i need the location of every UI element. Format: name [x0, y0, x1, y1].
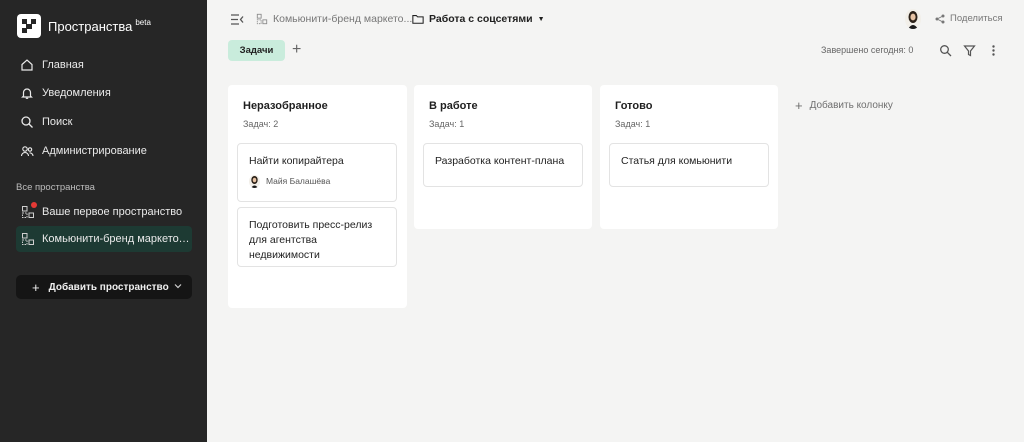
task-card[interactable]: Разработка контент-плана	[423, 143, 583, 187]
task-card[interactable]: Найти копирайтера Майя Балашёва	[237, 143, 397, 202]
add-column-button[interactable]: + Добавить колонку	[795, 98, 893, 113]
board-column-in-progress: В работе Задач: 1 Разработка контент-пла…	[414, 85, 592, 229]
folder-icon	[412, 15, 424, 24]
assignee-avatar	[249, 175, 260, 188]
space-item-community[interactable]: Комьюнити-бренд маркетолог...	[16, 226, 192, 252]
column-title[interactable]: В работе	[429, 100, 478, 112]
app-name-text: Пространства	[48, 19, 133, 34]
breadcrumb-project[interactable]: Работа с соцсетями ▼	[412, 13, 545, 25]
share-icon	[935, 14, 945, 23]
assignee-name: Майя Балашёва	[266, 176, 331, 186]
column-task-count: Задач: 1	[429, 119, 465, 129]
plus-icon: +	[795, 98, 803, 113]
board-column-unsorted: Неразобранное Задач: 2 Найти копирайтера…	[228, 85, 407, 308]
filter-icon[interactable]	[963, 44, 976, 57]
sidebar: Пространства beta Главная Уведомления Пои…	[0, 0, 207, 442]
task-title: Найти копирайтера	[249, 155, 344, 167]
search-icon[interactable]	[939, 44, 952, 57]
board-column-done: Готово Задач: 1 Статья для комьюнити	[600, 85, 778, 229]
notification-dot	[31, 202, 37, 208]
task-title: Разработка контент-плана	[435, 155, 565, 167]
home-icon	[20, 58, 34, 72]
app-logo-icon	[17, 14, 41, 38]
nav-item-label: Поиск	[42, 116, 73, 128]
beta-badge: beta	[135, 18, 151, 27]
add-column-label: Добавить колонку	[809, 100, 893, 111]
nav-item-admin[interactable]: Администрирование	[20, 142, 147, 160]
tab-tasks[interactable]: Задачи	[228, 40, 285, 61]
task-title: Статья для комьюнити	[621, 155, 733, 167]
column-title[interactable]: Неразобранное	[243, 100, 328, 112]
section-title-spaces: Все пространства	[16, 182, 95, 193]
app-brand[interactable]: Пространства beta	[17, 14, 151, 38]
breadcrumb-space[interactable]: Комьюнити-бренд маркето...	[256, 13, 412, 25]
column-task-count: Задач: 2	[243, 119, 279, 129]
task-card[interactable]: Подготовить пресс-релиз для агентства не…	[237, 207, 397, 267]
nav-item-label: Администрирование	[42, 145, 147, 157]
space-item-label: Ваше первое пространство	[42, 206, 183, 218]
bell-icon	[20, 86, 34, 100]
nav-item-home[interactable]: Главная	[20, 56, 84, 74]
task-assignee: Майя Балашёва	[249, 174, 385, 189]
space-item-label: Комьюнити-бренд маркетолог...	[42, 233, 192, 245]
caret-down-icon[interactable]: ▼	[538, 16, 545, 23]
column-title[interactable]: Готово	[615, 100, 652, 112]
add-space-label: Добавить пространство	[48, 281, 169, 293]
breadcrumb-project-label: Работа с соцсетями	[429, 13, 533, 25]
column-task-count: Задач: 1	[615, 119, 651, 129]
plus-icon: +	[32, 279, 40, 295]
breadcrumb-space-label: Комьюнити-бренд маркето...	[273, 13, 413, 25]
nav-item-search[interactable]: Поиск	[20, 113, 72, 131]
task-title: Подготовить пресс-релиз для агентства не…	[249, 219, 373, 261]
space-icon	[21, 202, 37, 219]
space-icon	[21, 232, 35, 246]
add-tab-button[interactable]: +	[292, 40, 301, 60]
task-card[interactable]: Статья для комьюнити	[609, 143, 769, 187]
done-today-counter: Завершено сегодня: 0	[821, 45, 914, 55]
app-name: Пространства beta	[48, 18, 151, 34]
chevron-down-icon[interactable]	[173, 281, 183, 291]
collapse-sidebar-icon[interactable]	[230, 13, 244, 26]
space-item-first[interactable]: Ваше первое пространство	[16, 199, 192, 225]
more-options-icon[interactable]	[987, 44, 1000, 57]
share-label: Поделиться	[950, 13, 1003, 24]
user-avatar[interactable]	[905, 9, 921, 29]
nav-item-label: Уведомления	[42, 87, 111, 99]
space-icon	[256, 13, 268, 25]
search-icon	[20, 115, 34, 129]
nav-item-label: Главная	[42, 59, 84, 71]
add-space-button[interactable]: + Добавить пространство	[16, 275, 192, 299]
users-icon	[20, 144, 34, 158]
share-button[interactable]: Поделиться	[935, 13, 1002, 24]
nav-item-notifications[interactable]: Уведомления	[20, 84, 111, 102]
